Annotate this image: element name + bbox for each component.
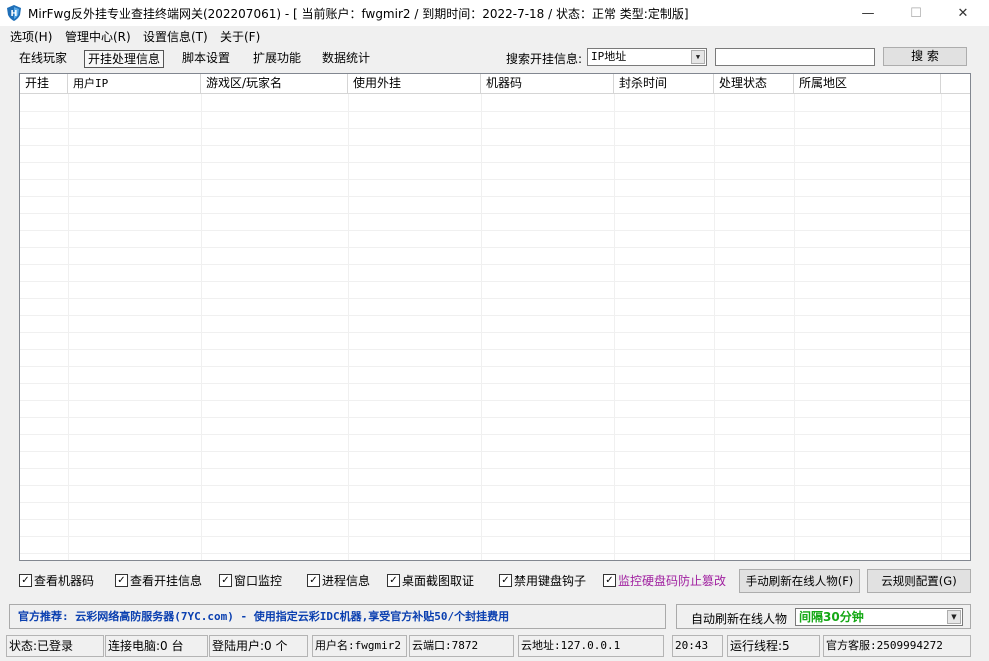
search-input[interactable] [715, 48, 875, 66]
grid-row-line [20, 247, 970, 248]
checkbox-box[interactable]: ✓ [603, 574, 616, 587]
tab-script-settings[interactable]: 脚本设置 [179, 50, 233, 68]
auto-refresh-label: 自动刷新在线人物 [691, 612, 788, 626]
grid-column-line [481, 94, 482, 560]
cloud-rules-button[interactable]: 云规则配置(G) [867, 569, 971, 593]
grid-row-line [20, 451, 970, 452]
column-header-region[interactable]: 所属地区 [794, 74, 941, 94]
grid-row-line [20, 196, 970, 197]
status-cloud-port: 云端口:7872 [409, 635, 514, 657]
column-header-user-ip[interactable]: 用户IP [68, 74, 201, 94]
checkbox-box[interactable]: ✓ [387, 574, 400, 587]
grid-row-line [20, 400, 970, 401]
tab-statistics[interactable]: 数据统计 [319, 50, 373, 68]
maximize-button[interactable]: ☐ [893, 0, 939, 26]
manual-refresh-button[interactable]: 手动刷新在线人物(F) [739, 569, 860, 593]
status-username: 用户名:fwgmir2 [312, 635, 407, 657]
checkbox-box[interactable]: ✓ [307, 574, 320, 587]
menu-management-center[interactable]: 管理中心(R) [65, 28, 131, 45]
grid-row-line [20, 349, 970, 350]
search-label: 搜索开挂信息: [506, 52, 583, 66]
grid-column-line [941, 94, 942, 560]
status-logged-users: 登陆用户:0 个 [209, 635, 308, 657]
close-button[interactable]: ✕ [940, 0, 986, 26]
grid-row-line [20, 281, 970, 282]
checkbox-view-machine-code[interactable]: ✓ 查看机器码 [19, 572, 94, 589]
grid-row-line [20, 502, 970, 503]
column-header-machine-code[interactable]: 机器码 [481, 74, 614, 94]
grid-row-line [20, 553, 970, 554]
menu-settings-info[interactable]: 设置信息(T) [143, 28, 208, 45]
grid-column-line [614, 94, 615, 560]
shield-icon: H [6, 5, 22, 21]
column-header-cheat[interactable]: 开挂 [20, 74, 68, 94]
grid-row-line [20, 519, 970, 520]
grid-row-line [20, 145, 970, 146]
cheat-info-table[interactable]: 开挂 用户IP 游戏区/玩家名 使用外挂 机器码 封杀时间 处理状态 所属地区 [19, 73, 971, 561]
minimize-button[interactable]: — [845, 0, 891, 26]
checkbox-view-cheat-info[interactable]: ✓ 查看开挂信息 [115, 572, 202, 589]
recommend-banner[interactable]: 官方推荐: 云彩网络高防服务器(7YC.com) - 使用指定云彩IDC机器,享… [9, 604, 666, 629]
menu-options[interactable]: 选项(H) [10, 28, 52, 45]
grid-row-line [20, 128, 970, 129]
grid-row-line [20, 485, 970, 486]
tab-cheat-handling[interactable]: 开挂处理信息 [84, 50, 165, 68]
checkbox-process-info[interactable]: ✓ 进程信息 [307, 572, 370, 589]
grid-row-line [20, 468, 970, 469]
grid-row-line [20, 264, 970, 265]
menu-about[interactable]: 关于(F) [220, 28, 260, 45]
grid-row-line [20, 383, 970, 384]
grid-column-line [68, 94, 69, 560]
grid-row-line [20, 213, 970, 214]
checkbox-monitor-disk-code[interactable]: ✓ 监控硬盘码防止篡改 [603, 572, 726, 589]
checkbox-window-monitor[interactable]: ✓ 窗口监控 [219, 572, 282, 589]
search-field-select[interactable]: IP地址 ▼ [587, 48, 707, 66]
grid-row-line [20, 434, 970, 435]
checkbox-disable-keyboard-hook[interactable]: ✓ 禁用键盘钩子 [499, 572, 586, 589]
grid-row-line [20, 179, 970, 180]
auto-refresh-interval-select[interactable]: 间隔30分钟 ▼ [795, 608, 963, 626]
window-title: MirFwg反外挂专业查挂终端网关(202207061) - [ 当前账户：fw… [28, 6, 689, 21]
status-cloud-address: 云地址:127.0.0.1 [518, 635, 664, 657]
grid-column-line [348, 94, 349, 560]
grid-row-line [20, 162, 970, 163]
grid-row-line [20, 332, 970, 333]
status-connected-pcs: 连接电脑:0 台 [105, 635, 208, 657]
grid-row-line [20, 417, 970, 418]
column-header-ban-time[interactable]: 封杀时间 [614, 74, 714, 94]
status-support: 官方客服:2509994272 [823, 635, 971, 657]
status-clock: 20:43 [672, 635, 723, 657]
search-field-value: IP地址 [591, 50, 627, 63]
svg-text:H: H [11, 9, 18, 18]
status-threads: 运行线程:5 [727, 635, 820, 657]
auto-refresh-group: 自动刷新在线人物 间隔30分钟 ▼ [676, 604, 971, 629]
checkbox-desktop-screenshot[interactable]: ✓ 桌面截图取证 [387, 572, 474, 589]
table-header: 开挂 用户IP 游戏区/玩家名 使用外挂 机器码 封杀时间 处理状态 所属地区 [20, 74, 970, 94]
grid-row-line [20, 536, 970, 537]
checkbox-box[interactable]: ✓ [219, 574, 232, 587]
menu-bar: 选项(H) 管理中心(R) 设置信息(T) 关于(F) [0, 26, 989, 44]
grid-column-line [201, 94, 202, 560]
status-login: 状态:已登录 [6, 635, 104, 657]
chevron-down-icon[interactable]: ▼ [691, 50, 705, 64]
column-header-cheat-used[interactable]: 使用外挂 [348, 74, 481, 94]
auto-refresh-interval-value: 间隔30分钟 [799, 610, 864, 624]
grid-row-line [20, 298, 970, 299]
column-header-status[interactable]: 处理状态 [714, 74, 794, 94]
search-button[interactable]: 搜 索 [883, 47, 967, 66]
grid-row-line [20, 230, 970, 231]
title-bar: H MirFwg反外挂专业查挂终端网关(202207061) - [ 当前账户：… [0, 0, 989, 26]
tab-online-players[interactable]: 在线玩家 [16, 50, 70, 68]
grid-column-line [794, 94, 795, 560]
column-header-zone-player[interactable]: 游戏区/玩家名 [201, 74, 348, 94]
grid-column-line [714, 94, 715, 560]
grid-row-line [20, 366, 970, 367]
tab-extensions[interactable]: 扩展功能 [250, 50, 304, 68]
grid-row-line [20, 111, 970, 112]
checkbox-box[interactable]: ✓ [19, 574, 32, 587]
chevron-down-icon[interactable]: ▼ [947, 610, 961, 624]
checkbox-box[interactable]: ✓ [115, 574, 128, 587]
grid-row-line [20, 315, 970, 316]
checkbox-box[interactable]: ✓ [499, 574, 512, 587]
